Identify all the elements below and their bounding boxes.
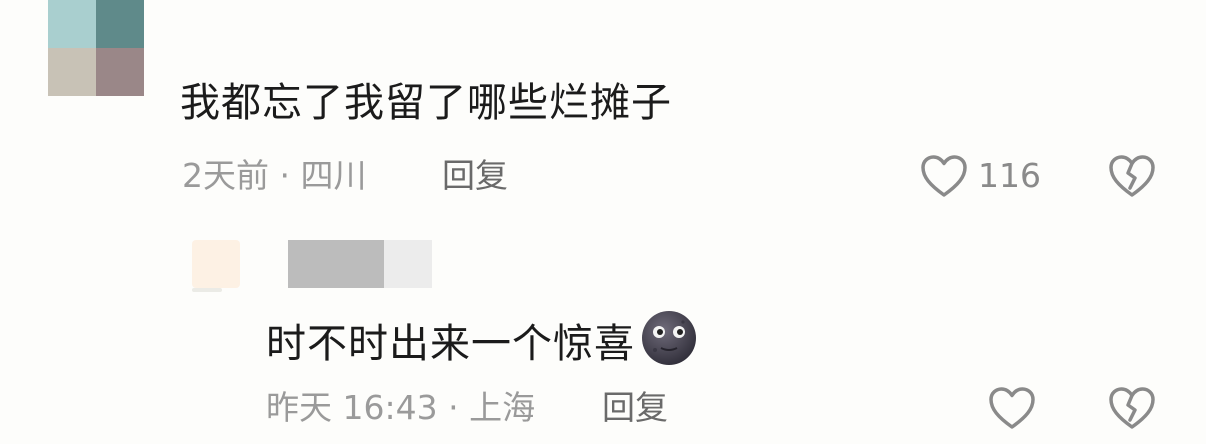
replier-name-redacted[interactable] xyxy=(288,240,384,288)
reply-location: 上海 xyxy=(469,388,536,427)
reply-text-row: 时不时出来一个惊喜 xyxy=(266,310,697,378)
reply-button[interactable]: 回复 xyxy=(442,152,508,200)
heart-outline-icon[interactable] xyxy=(988,386,1036,430)
commenter-avatar[interactable] xyxy=(48,0,144,96)
avatar-tile xyxy=(48,48,96,96)
avatar-tile xyxy=(96,48,144,96)
reply-text: 时不时出来一个惊喜 xyxy=(266,321,635,367)
reply-meta: 昨天 16:43 · 上海 xyxy=(266,384,535,432)
meta-separator: · xyxy=(279,156,291,195)
comment-location: 四川 xyxy=(300,156,367,195)
reply-time: 昨天 16:43 xyxy=(266,388,438,427)
comment-text: 我都忘了我留了哪些烂摊子 xyxy=(180,80,672,126)
replier-avatar[interactable] xyxy=(192,240,240,288)
comment-meta: 2天前 · 四川 xyxy=(182,152,367,200)
heart-outline-icon[interactable] xyxy=(920,154,968,198)
broken-heart-icon[interactable] xyxy=(1108,386,1156,430)
avatar-tile xyxy=(48,0,96,48)
broken-heart-icon[interactable] xyxy=(1108,154,1156,198)
reply-button[interactable]: 回复 xyxy=(602,384,668,432)
comment-time: 2天前 xyxy=(182,156,269,195)
new-moon-face-emoji xyxy=(641,310,697,378)
replier-name-redacted-tail xyxy=(384,240,432,288)
avatar-tile xyxy=(96,0,144,48)
meta-separator: · xyxy=(448,388,459,427)
like-count: 116 xyxy=(978,156,1041,195)
avatar-shadow xyxy=(192,288,222,292)
